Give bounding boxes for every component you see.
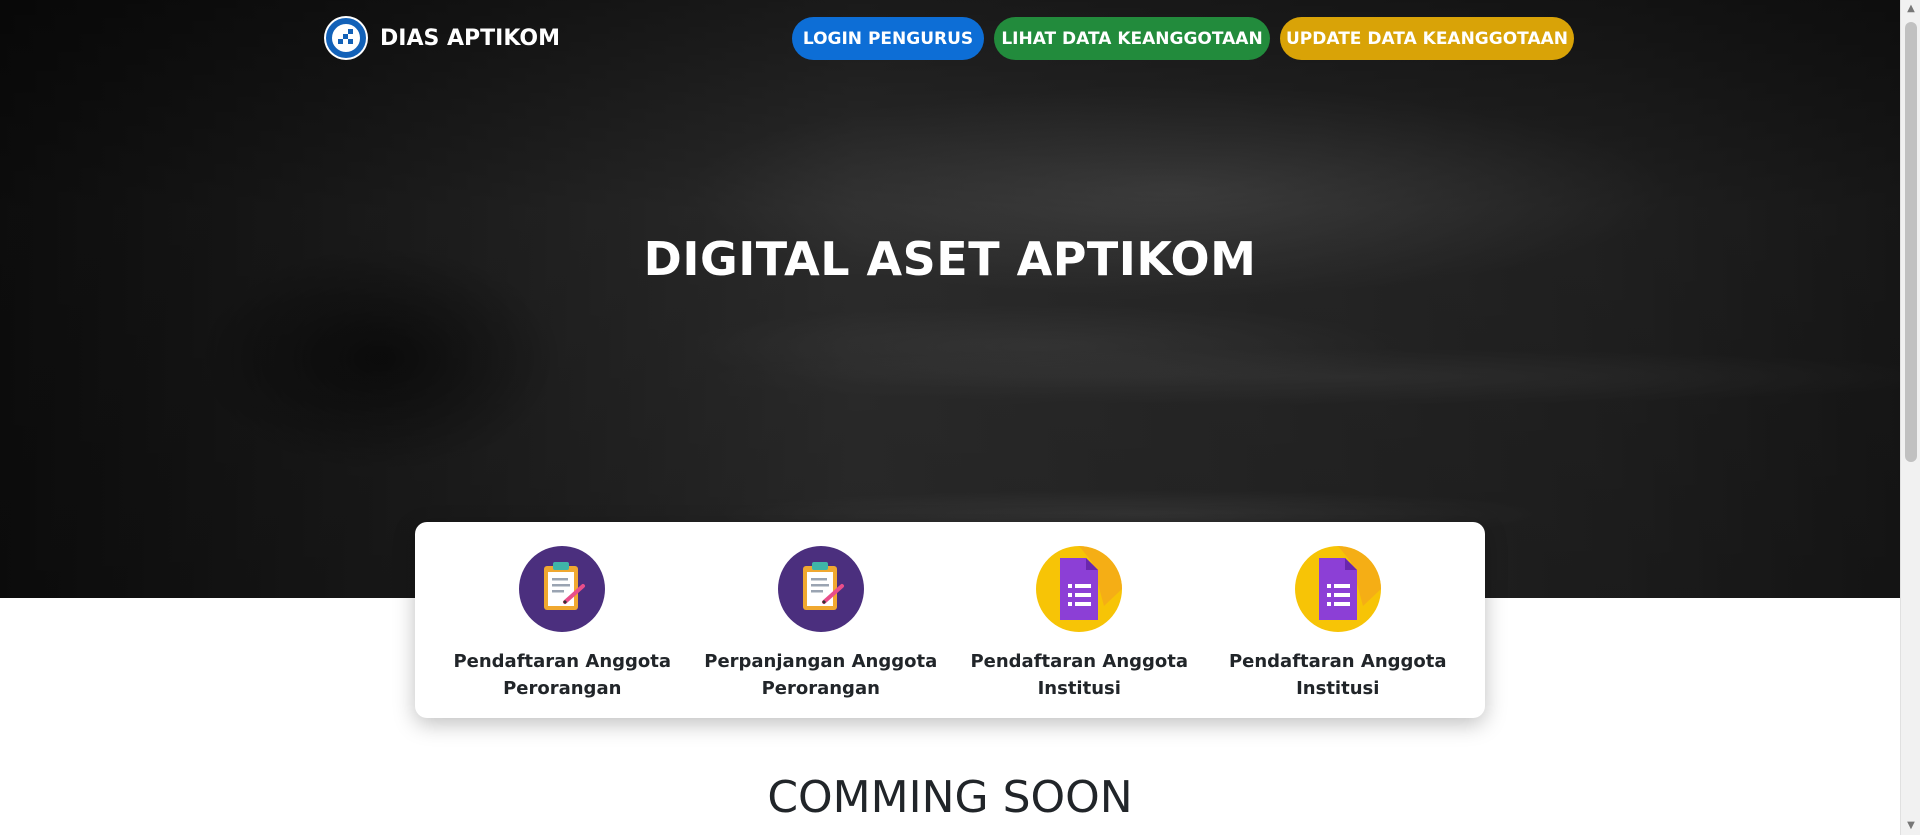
menu-card: Pendaftaran Anggota Perorangan Perpanjan… <box>415 522 1485 718</box>
aptikom-logo-icon <box>324 16 368 60</box>
menu-item-pendaftaran-perorangan[interactable]: Pendaftaran Anggota Perorangan <box>433 522 692 718</box>
top-nav: LOGIN PENGURUS LIHAT DATA KEANGGOTAAN UP… <box>792 17 1574 60</box>
login-pengurus-button[interactable]: LOGIN PENGURUS <box>792 17 984 60</box>
brand-name: DIAS APTIKOM <box>380 25 560 51</box>
menu-item-label: Pendaftaran Anggota Institusi <box>970 651 1189 699</box>
scroll-up-arrow-icon[interactable]: ▲ <box>1901 0 1920 18</box>
menu-item-label: Perpanjangan Anggota Perorangan <box>704 651 938 699</box>
hero-title: DIGITAL ASET APTIKOM <box>643 232 1257 286</box>
menu-item-label: Pendaftaran Anggota Institusi <box>1228 651 1447 699</box>
page-scrollbar[interactable]: ▲ ▼ <box>1900 0 1920 835</box>
update-data-keanggotaan-button[interactable]: UPDATE DATA KEANGGOTAAN <box>1280 17 1574 60</box>
scrollbar-thumb[interactable] <box>1905 22 1917 462</box>
lihat-data-keanggotaan-button[interactable]: LIHAT DATA KEANGGOTAAN <box>994 17 1270 60</box>
clipboard-icon <box>519 546 606 632</box>
menu-item-perpanjangan-perorangan[interactable]: Perpanjangan Anggota Perorangan <box>692 522 951 718</box>
menu-item-label: Pendaftaran Anggota Perorangan <box>453 651 672 699</box>
form-document-icon <box>1036 546 1123 632</box>
brand[interactable]: DIAS APTIKOM <box>324 16 560 60</box>
menu-item-pendaftaran-institusi-2[interactable]: Pendaftaran Anggota Institusi <box>1209 522 1468 718</box>
form-document-icon <box>1294 546 1381 632</box>
scroll-down-arrow-icon[interactable]: ▼ <box>1901 817 1920 835</box>
coming-soon-heading: COMMING SOON <box>767 772 1133 823</box>
menu-item-pendaftaran-institusi[interactable]: Pendaftaran Anggota Institusi <box>950 522 1209 718</box>
clipboard-icon <box>777 546 864 632</box>
hero-overlay <box>0 0 1900 598</box>
